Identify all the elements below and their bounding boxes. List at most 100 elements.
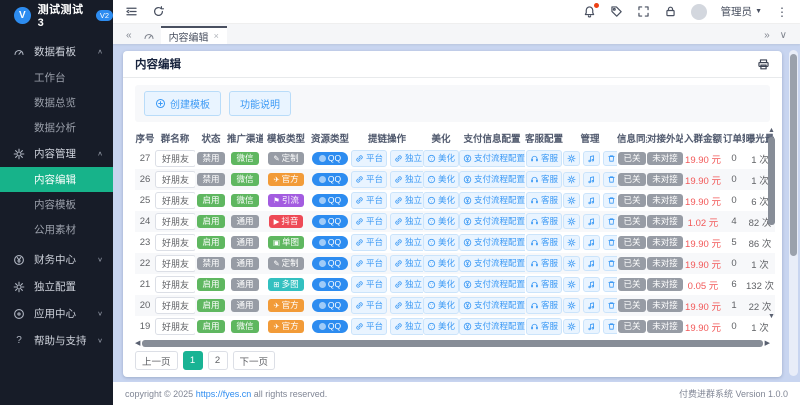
platform-link-button[interactable]: 平台 [351,234,387,250]
payment-config-button[interactable]: 支付流程配置 [459,213,525,229]
settings-button[interactable] [563,193,580,208]
user-menu[interactable]: 管理员 ▼ [721,4,762,19]
independent-link-button[interactable]: 独立 [390,276,423,292]
channel-badge[interactable]: 通用 [231,257,258,270]
payment-config-button[interactable]: 支付流程配置 [459,171,525,187]
help-button[interactable]: 功能说明 [229,91,291,116]
music-button[interactable] [583,277,600,292]
close-icon[interactable]: × [214,31,219,41]
independent-link-button[interactable]: 独立 [390,171,423,187]
sync-status-badge[interactable]: 已关 [618,194,645,207]
settings-button[interactable] [563,235,580,250]
sidebar-item-data-analysis[interactable]: 数据分析 [0,115,113,140]
customer-service-button[interactable]: 客服 [526,192,562,208]
payment-config-button[interactable]: 支付流程配置 [459,192,525,208]
home-tab-icon[interactable] [143,30,155,42]
resource-type-badge[interactable]: QQ [312,299,348,312]
resource-type-badge[interactable]: QQ [312,236,348,249]
external-status-badge[interactable]: 未对接 [647,320,683,333]
beautify-button[interactable]: 美化 [423,213,459,229]
channel-badge[interactable]: 通用 [231,236,258,249]
beautify-button[interactable]: 美化 [423,276,459,292]
footer-link[interactable]: https://fyes.cn [196,389,252,399]
resource-type-badge[interactable]: QQ [312,215,348,228]
independent-link-button[interactable]: 独立 [390,255,423,271]
music-button[interactable] [583,298,600,313]
scroll-down-icon[interactable]: ▼ [767,313,776,321]
channel-badge[interactable]: 通用 [231,278,258,291]
resource-type-badge[interactable]: QQ [312,173,348,186]
external-status-badge[interactable]: 未对接 [647,257,683,270]
group-name-input[interactable]: 好朋友 [155,150,195,167]
template-type-badge[interactable]: ✈官方 [268,173,303,186]
platform-link-button[interactable]: 平台 [351,255,387,271]
external-status-badge[interactable]: 未对接 [647,152,683,165]
external-status-badge[interactable]: 未对接 [647,194,683,207]
platform-link-button[interactable]: 平台 [351,213,387,229]
music-button[interactable] [583,172,600,187]
settings-button[interactable] [563,319,580,334]
platform-link-button[interactable]: 平台 [351,150,387,166]
sync-status-badge[interactable]: 已关 [618,215,645,228]
status-badge[interactable]: 启用 [197,320,224,333]
customer-service-button[interactable]: 客服 [526,276,562,292]
refresh-icon[interactable] [152,5,165,18]
scrollbar-thumb[interactable] [768,137,775,225]
customer-service-button[interactable]: 客服 [526,255,562,271]
template-type-badge[interactable]: ✎定制 [268,152,303,165]
settings-button[interactable] [563,298,580,313]
resource-type-badge[interactable]: QQ [312,152,348,165]
payment-config-button[interactable]: 支付流程配置 [459,276,525,292]
external-status-badge[interactable]: 未对接 [647,215,683,228]
table-horizontal-scrollbar[interactable]: ◀ ▶ [135,339,770,347]
customer-service-button[interactable]: 客服 [526,297,562,313]
table-vertical-scrollbar[interactable]: ▲ ▼ [767,127,776,337]
template-type-badge[interactable]: ✈官方 [268,320,303,333]
independent-link-button[interactable]: 独立 [390,213,423,229]
customer-service-button[interactable]: 客服 [526,171,562,187]
delete-button[interactable] [603,172,617,187]
independent-link-button[interactable]: 独立 [390,318,423,334]
beautify-button[interactable]: 美化 [423,318,459,334]
page-button-1[interactable]: 1 [183,351,203,370]
status-badge[interactable]: 启用 [197,236,224,249]
music-button[interactable] [583,214,600,229]
status-badge[interactable]: 启用 [197,194,224,207]
tabs-scroll-left-icon[interactable]: « [121,30,137,44]
delete-button[interactable] [603,214,617,229]
sync-status-badge[interactable]: 已关 [618,173,645,186]
payment-config-button[interactable]: 支付流程配置 [459,150,525,166]
music-button[interactable] [583,319,600,334]
sync-status-badge[interactable]: 已关 [618,236,645,249]
payment-config-button[interactable]: 支付流程配置 [459,234,525,250]
template-type-badge[interactable]: ✈官方 [268,299,303,312]
delete-button[interactable] [603,256,617,271]
settings-button[interactable] [563,214,580,229]
resource-type-badge[interactable]: QQ [312,320,348,333]
tabs-scroll-right-icon[interactable]: » [759,30,775,44]
delete-button[interactable] [603,151,617,166]
status-badge[interactable]: 禁用 [197,152,224,165]
resource-type-badge[interactable]: QQ [312,278,348,291]
printer-icon[interactable] [757,58,770,71]
notification-bell-icon[interactable] [583,5,596,18]
tab-options-icon[interactable]: ∨ [775,30,792,44]
app-logo[interactable]: V 测试测试3 V2 [0,0,113,30]
group-name-input[interactable]: 好朋友 [155,255,195,272]
platform-link-button[interactable]: 平台 [351,297,387,313]
sidebar-item-app-center[interactable]: 应用中心 ∨ [0,300,113,327]
resource-type-badge[interactable]: QQ [312,257,348,270]
settings-button[interactable] [563,151,580,166]
channel-badge[interactable]: 微信 [231,152,258,165]
scrollbar-thumb[interactable] [142,340,762,347]
resource-type-badge[interactable]: QQ [312,194,348,207]
independent-link-button[interactable]: 独立 [390,150,423,166]
music-button[interactable] [583,151,600,166]
sync-status-badge[interactable]: 已关 [618,278,645,291]
sync-status-badge[interactable]: 已关 [618,320,645,333]
group-name-input[interactable]: 好朋友 [155,234,195,251]
platform-link-button[interactable]: 平台 [351,192,387,208]
fullscreen-icon[interactable] [637,5,650,18]
external-status-badge[interactable]: 未对接 [647,278,683,291]
status-badge[interactable]: 启用 [197,299,224,312]
